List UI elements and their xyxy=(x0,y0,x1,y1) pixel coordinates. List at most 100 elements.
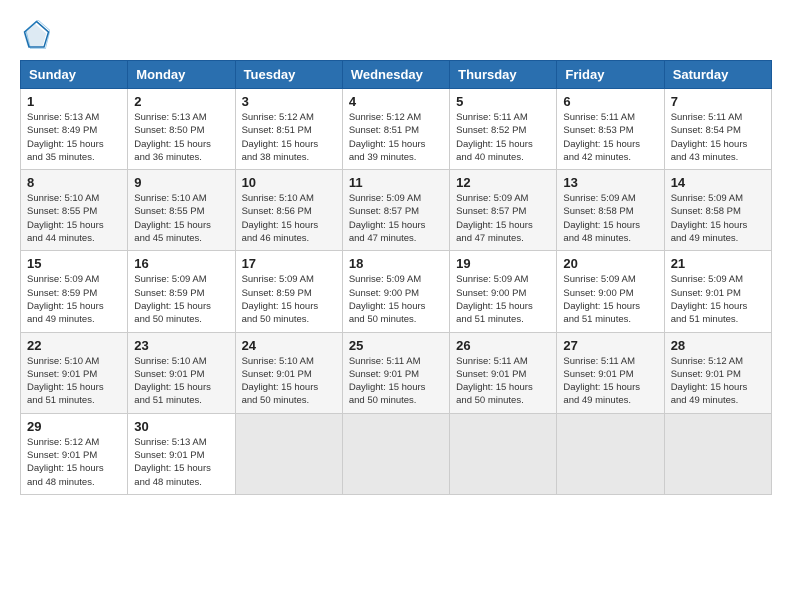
calendar-week-row: 29 Sunrise: 5:12 AMSunset: 9:01 PMDaylig… xyxy=(21,413,772,494)
day-number: 26 xyxy=(456,338,550,353)
calendar-cell: 29 Sunrise: 5:12 AMSunset: 9:01 PMDaylig… xyxy=(21,413,128,494)
day-number: 16 xyxy=(134,256,228,271)
calendar-cell: 26 Sunrise: 5:11 AMSunset: 9:01 PMDaylig… xyxy=(450,332,557,413)
day-info: Sunrise: 5:09 AMSunset: 8:59 PMDaylight:… xyxy=(242,274,319,325)
day-number: 2 xyxy=(134,94,228,109)
header xyxy=(20,20,772,50)
calendar-cell: 28 Sunrise: 5:12 AMSunset: 9:01 PMDaylig… xyxy=(664,332,771,413)
calendar: SundayMondayTuesdayWednesdayThursdayFrid… xyxy=(20,60,772,495)
calendar-cell: 6 Sunrise: 5:11 AMSunset: 8:53 PMDayligh… xyxy=(557,89,664,170)
calendar-cell: 4 Sunrise: 5:12 AMSunset: 8:51 PMDayligh… xyxy=(342,89,449,170)
column-header-sunday: Sunday xyxy=(21,61,128,89)
day-info: Sunrise: 5:12 AMSunset: 9:01 PMDaylight:… xyxy=(671,356,748,407)
day-number: 27 xyxy=(563,338,657,353)
day-number: 13 xyxy=(563,175,657,190)
day-info: Sunrise: 5:09 AMSunset: 8:57 PMDaylight:… xyxy=(456,193,533,244)
day-info: Sunrise: 5:10 AMSunset: 9:01 PMDaylight:… xyxy=(27,356,104,407)
calendar-cell: 3 Sunrise: 5:12 AMSunset: 8:51 PMDayligh… xyxy=(235,89,342,170)
calendar-cell xyxy=(235,413,342,494)
column-header-thursday: Thursday xyxy=(450,61,557,89)
day-info: Sunrise: 5:11 AMSunset: 9:01 PMDaylight:… xyxy=(349,356,426,407)
calendar-cell: 27 Sunrise: 5:11 AMSunset: 9:01 PMDaylig… xyxy=(557,332,664,413)
day-number: 9 xyxy=(134,175,228,190)
column-header-monday: Monday xyxy=(128,61,235,89)
day-info: Sunrise: 5:11 AMSunset: 8:52 PMDaylight:… xyxy=(456,112,533,163)
calendar-week-row: 22 Sunrise: 5:10 AMSunset: 9:01 PMDaylig… xyxy=(21,332,772,413)
day-number: 17 xyxy=(242,256,336,271)
calendar-cell: 17 Sunrise: 5:09 AMSunset: 8:59 PMDaylig… xyxy=(235,251,342,332)
day-number: 11 xyxy=(349,175,443,190)
calendar-cell: 30 Sunrise: 5:13 AMSunset: 9:01 PMDaylig… xyxy=(128,413,235,494)
day-number: 29 xyxy=(27,419,121,434)
calendar-cell: 22 Sunrise: 5:10 AMSunset: 9:01 PMDaylig… xyxy=(21,332,128,413)
day-info: Sunrise: 5:09 AMSunset: 9:00 PMDaylight:… xyxy=(456,274,533,325)
calendar-cell xyxy=(342,413,449,494)
day-info: Sunrise: 5:09 AMSunset: 8:59 PMDaylight:… xyxy=(27,274,104,325)
day-info: Sunrise: 5:12 AMSunset: 8:51 PMDaylight:… xyxy=(242,112,319,163)
day-number: 6 xyxy=(563,94,657,109)
day-info: Sunrise: 5:13 AMSunset: 8:49 PMDaylight:… xyxy=(27,112,104,163)
day-number: 21 xyxy=(671,256,765,271)
column-header-wednesday: Wednesday xyxy=(342,61,449,89)
calendar-cell: 14 Sunrise: 5:09 AMSunset: 8:58 PMDaylig… xyxy=(664,170,771,251)
day-number: 12 xyxy=(456,175,550,190)
calendar-cell: 5 Sunrise: 5:11 AMSunset: 8:52 PMDayligh… xyxy=(450,89,557,170)
calendar-cell: 12 Sunrise: 5:09 AMSunset: 8:57 PMDaylig… xyxy=(450,170,557,251)
calendar-week-row: 15 Sunrise: 5:09 AMSunset: 8:59 PMDaylig… xyxy=(21,251,772,332)
calendar-cell: 1 Sunrise: 5:13 AMSunset: 8:49 PMDayligh… xyxy=(21,89,128,170)
calendar-cell: 24 Sunrise: 5:10 AMSunset: 9:01 PMDaylig… xyxy=(235,332,342,413)
calendar-cell: 16 Sunrise: 5:09 AMSunset: 8:59 PMDaylig… xyxy=(128,251,235,332)
calendar-cell: 7 Sunrise: 5:11 AMSunset: 8:54 PMDayligh… xyxy=(664,89,771,170)
day-number: 8 xyxy=(27,175,121,190)
day-info: Sunrise: 5:11 AMSunset: 9:01 PMDaylight:… xyxy=(563,356,640,407)
day-number: 14 xyxy=(671,175,765,190)
day-info: Sunrise: 5:12 AMSunset: 9:01 PMDaylight:… xyxy=(27,437,104,488)
day-info: Sunrise: 5:10 AMSunset: 8:56 PMDaylight:… xyxy=(242,193,319,244)
day-info: Sunrise: 5:10 AMSunset: 8:55 PMDaylight:… xyxy=(27,193,104,244)
calendar-cell: 8 Sunrise: 5:10 AMSunset: 8:55 PMDayligh… xyxy=(21,170,128,251)
column-header-tuesday: Tuesday xyxy=(235,61,342,89)
calendar-week-row: 1 Sunrise: 5:13 AMSunset: 8:49 PMDayligh… xyxy=(21,89,772,170)
calendar-header-row: SundayMondayTuesdayWednesdayThursdayFrid… xyxy=(21,61,772,89)
day-number: 18 xyxy=(349,256,443,271)
calendar-cell xyxy=(664,413,771,494)
day-number: 28 xyxy=(671,338,765,353)
calendar-cell xyxy=(450,413,557,494)
day-info: Sunrise: 5:09 AMSunset: 8:58 PMDaylight:… xyxy=(563,193,640,244)
day-number: 19 xyxy=(456,256,550,271)
column-header-saturday: Saturday xyxy=(664,61,771,89)
day-number: 20 xyxy=(563,256,657,271)
calendar-week-row: 8 Sunrise: 5:10 AMSunset: 8:55 PMDayligh… xyxy=(21,170,772,251)
day-info: Sunrise: 5:10 AMSunset: 9:01 PMDaylight:… xyxy=(242,356,319,407)
day-number: 7 xyxy=(671,94,765,109)
day-number: 5 xyxy=(456,94,550,109)
calendar-cell: 9 Sunrise: 5:10 AMSunset: 8:55 PMDayligh… xyxy=(128,170,235,251)
day-number: 30 xyxy=(134,419,228,434)
calendar-cell: 23 Sunrise: 5:10 AMSunset: 9:01 PMDaylig… xyxy=(128,332,235,413)
day-info: Sunrise: 5:09 AMSunset: 8:57 PMDaylight:… xyxy=(349,193,426,244)
calendar-cell: 11 Sunrise: 5:09 AMSunset: 8:57 PMDaylig… xyxy=(342,170,449,251)
calendar-cell: 20 Sunrise: 5:09 AMSunset: 9:00 PMDaylig… xyxy=(557,251,664,332)
day-info: Sunrise: 5:09 AMSunset: 9:00 PMDaylight:… xyxy=(349,274,426,325)
day-number: 22 xyxy=(27,338,121,353)
logo-icon xyxy=(20,20,50,50)
calendar-cell: 10 Sunrise: 5:10 AMSunset: 8:56 PMDaylig… xyxy=(235,170,342,251)
calendar-cell: 18 Sunrise: 5:09 AMSunset: 9:00 PMDaylig… xyxy=(342,251,449,332)
day-number: 1 xyxy=(27,94,121,109)
day-info: Sunrise: 5:11 AMSunset: 8:53 PMDaylight:… xyxy=(563,112,640,163)
day-info: Sunrise: 5:09 AMSunset: 8:58 PMDaylight:… xyxy=(671,193,748,244)
day-info: Sunrise: 5:12 AMSunset: 8:51 PMDaylight:… xyxy=(349,112,426,163)
day-info: Sunrise: 5:10 AMSunset: 8:55 PMDaylight:… xyxy=(134,193,211,244)
day-number: 4 xyxy=(349,94,443,109)
day-number: 15 xyxy=(27,256,121,271)
day-info: Sunrise: 5:11 AMSunset: 9:01 PMDaylight:… xyxy=(456,356,533,407)
day-number: 10 xyxy=(242,175,336,190)
calendar-cell: 15 Sunrise: 5:09 AMSunset: 8:59 PMDaylig… xyxy=(21,251,128,332)
column-header-friday: Friday xyxy=(557,61,664,89)
calendar-cell: 21 Sunrise: 5:09 AMSunset: 9:01 PMDaylig… xyxy=(664,251,771,332)
calendar-cell: 13 Sunrise: 5:09 AMSunset: 8:58 PMDaylig… xyxy=(557,170,664,251)
calendar-cell: 19 Sunrise: 5:09 AMSunset: 9:00 PMDaylig… xyxy=(450,251,557,332)
day-info: Sunrise: 5:13 AMSunset: 8:50 PMDaylight:… xyxy=(134,112,211,163)
logo xyxy=(20,20,56,50)
day-info: Sunrise: 5:13 AMSunset: 9:01 PMDaylight:… xyxy=(134,437,211,488)
